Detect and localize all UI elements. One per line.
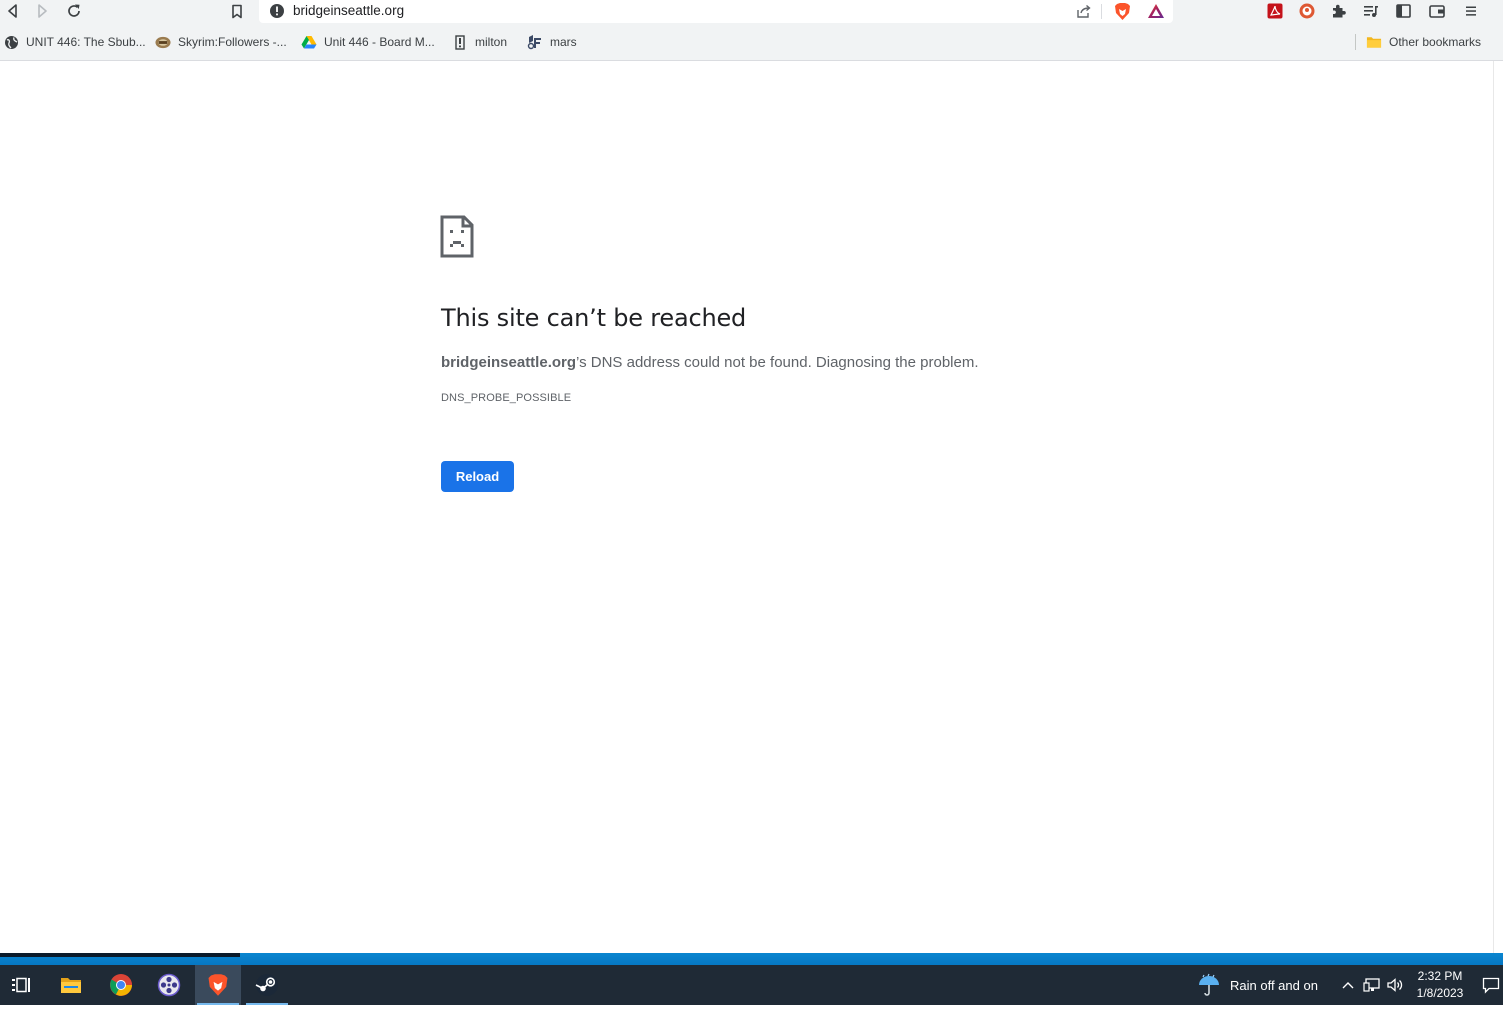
brave-lion-icon — [1114, 2, 1130, 20]
reload-toolbar-button[interactable] — [61, 0, 87, 22]
wallet-button[interactable] — [1424, 0, 1450, 22]
folder-icon — [1366, 34, 1382, 50]
bookmark-item[interactable]: mars — [527, 33, 577, 51]
weather-text: Rain off and on — [1230, 977, 1318, 993]
chrome-icon — [110, 974, 132, 996]
url-text[interactable]: bridgeinseattle.org — [293, 3, 404, 18]
omnibox-divider — [1101, 4, 1102, 19]
task-view-icon — [12, 977, 30, 993]
window-edge-strip — [0, 953, 240, 957]
page-content: This site can’t be reached bridgeinseatt… — [0, 61, 1493, 953]
forward-button[interactable] — [29, 0, 55, 22]
bookmark-item[interactable]: milton — [452, 33, 507, 51]
google-drive-icon — [301, 34, 317, 50]
brave-shields-button[interactable] — [1111, 1, 1133, 21]
other-bookmarks-folder[interactable]: Other bookmarks — [1366, 33, 1481, 51]
media-controls-button[interactable] — [1358, 0, 1384, 22]
windows-taskbar: Rain off and on 2:32 PM 1/8/2023 — [0, 965, 1503, 1005]
page-scroll-edge — [1493, 61, 1503, 953]
bookmark-label: UNIT 446: The Sbub... — [26, 35, 146, 49]
sidebar-panel-icon — [1395, 4, 1411, 18]
browser-toolbar: bridgeinseattle.org — [0, 0, 1503, 24]
uesp-logo-icon — [155, 34, 171, 50]
file-explorer-button[interactable] — [48, 965, 94, 1005]
error-message-text: ’s DNS address could not be found. Diagn… — [576, 354, 979, 371]
back-button[interactable] — [0, 0, 26, 22]
site-info-icon[interactable] — [269, 3, 285, 19]
wallet-icon — [1429, 5, 1445, 18]
address-bar[interactable]: bridgeinseattle.org — [259, 0, 1173, 23]
bookmarks-bar: UNIT 446: The Sbub... Skyrim:Followers -… — [0, 24, 1503, 61]
bookmark-label: mars — [550, 35, 577, 49]
refresh-icon — [68, 4, 80, 17]
screen: bridgeinseattle.org UNIT 446: The Sbub..… — [0, 0, 1503, 1021]
bookmark-item[interactable]: Skyrim:Followers -... — [155, 33, 287, 51]
sad-page-icon — [440, 215, 474, 258]
crest-logo-icon — [527, 34, 543, 50]
back-arrow-icon — [8, 4, 17, 18]
puzzle-piece-icon — [1333, 4, 1346, 18]
playlist-icon — [1364, 6, 1378, 17]
other-bookmarks-label: Other bookmarks — [1389, 35, 1482, 49]
hamburger-menu-icon — [1466, 6, 1476, 16]
network-button[interactable] — [1362, 975, 1382, 995]
bookmark-label: milton — [475, 35, 508, 49]
folder-icon — [61, 978, 81, 993]
bookmark-icon — [232, 4, 242, 18]
bookmark-label: Skyrim:Followers -... — [178, 35, 287, 49]
volume-button[interactable] — [1385, 975, 1405, 995]
error-title: This site can’t be reached — [441, 304, 747, 332]
acrobat-icon — [1267, 3, 1283, 19]
chrome-button[interactable] — [98, 965, 144, 1005]
task-view-button[interactable] — [0, 965, 44, 1005]
weather-widget[interactable]: Rain off and on — [1197, 973, 1318, 997]
bookmark-page-button[interactable] — [224, 0, 250, 22]
sidebar-button[interactable] — [1390, 0, 1416, 22]
chevron-up-icon — [1342, 982, 1354, 989]
notifications-button[interactable] — [1481, 975, 1501, 995]
share-button[interactable] — [1072, 1, 1094, 21]
main-menu-button[interactable] — [1458, 0, 1484, 22]
notification-speech-icon — [1482, 977, 1500, 994]
forward-arrow-icon — [38, 4, 47, 18]
show-hidden-icons-button[interactable] — [1338, 975, 1358, 995]
duckduckgo-icon — [1299, 3, 1315, 19]
steam-icon — [255, 974, 278, 996]
screen-bottom-edge — [0, 1005, 1503, 1021]
steam-button[interactable] — [244, 965, 290, 1005]
bookmark-item[interactable]: UNIT 446: The Sbub... — [3, 33, 146, 51]
error-message: bridgeinseattle.org’s DNS address could … — [441, 354, 979, 371]
share-icon — [1076, 4, 1091, 18]
system-clock[interactable]: 2:32 PM 1/8/2023 — [1408, 968, 1472, 1002]
media-player-button[interactable] — [146, 965, 192, 1005]
brave-lion-icon — [208, 974, 228, 996]
brave-rewards-button[interactable] — [1145, 1, 1167, 21]
error-domain: bridgeinseattle.org — [441, 354, 577, 371]
speaker-icon — [1387, 978, 1403, 992]
globe-icon — [3, 34, 19, 50]
bookmarks-divider — [1355, 34, 1356, 50]
brave-browser-button[interactable] — [195, 965, 241, 1005]
network-icon — [1363, 978, 1380, 992]
error-code: DNS_PROBE_POSSIBLE — [441, 392, 572, 404]
rewards-triangle-icon — [1148, 4, 1164, 18]
extensions-button[interactable] — [1326, 0, 1352, 22]
pdf-extension-button[interactable] — [1262, 0, 1288, 22]
bookmark-item[interactable]: Unit 446 - Board M... — [301, 33, 435, 51]
clock-date: 1/8/2023 — [1416, 986, 1464, 1000]
clock-time: 2:32 PM — [1417, 969, 1463, 983]
umbrella-rain-icon — [1197, 973, 1221, 997]
duckduckgo-extension-button[interactable] — [1294, 0, 1320, 22]
reload-button[interactable]: Reload — [441, 461, 514, 492]
film-reel-icon — [157, 973, 181, 997]
bookmark-label: Unit 446 - Board M... — [324, 35, 435, 49]
document-bookmark-icon — [452, 34, 468, 50]
